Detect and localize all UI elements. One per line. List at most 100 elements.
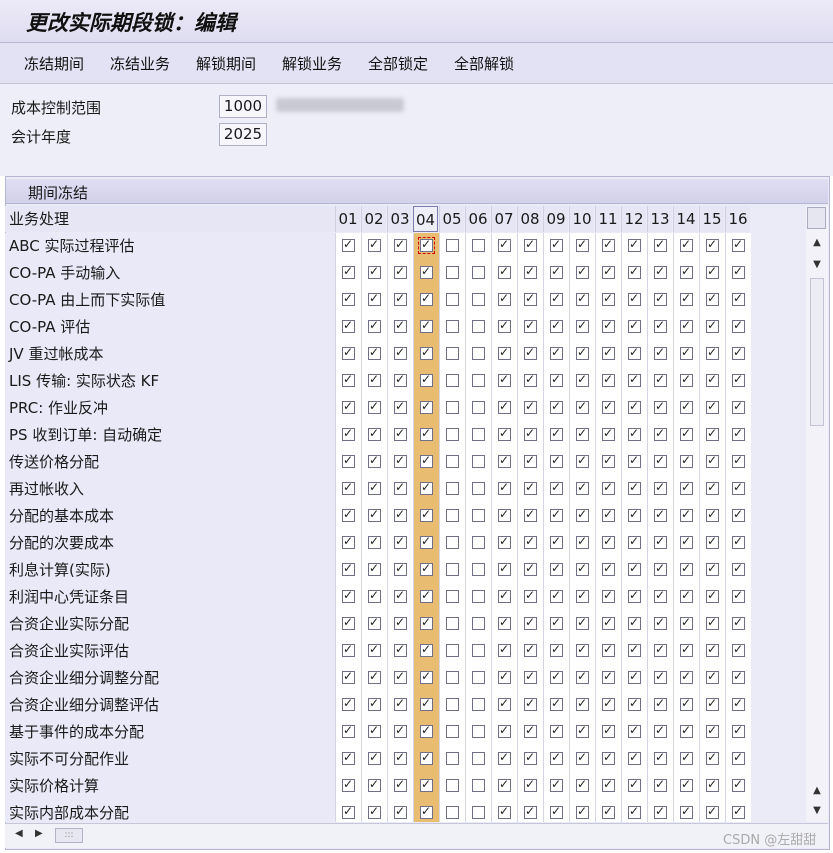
lock-checkbox[interactable] [654, 480, 667, 495]
lock-checkbox[interactable] [602, 804, 615, 819]
lock-checkbox[interactable] [524, 264, 537, 279]
lock-checkbox[interactable] [420, 615, 433, 630]
lock-checkbox[interactable] [706, 237, 719, 252]
period-column-header[interactable]: 13 [647, 206, 672, 232]
lock-checkbox[interactable] [732, 318, 745, 333]
period-column-header[interactable]: 03 [387, 206, 412, 232]
lock-checkbox[interactable] [732, 345, 745, 360]
lock-checkbox[interactable] [498, 264, 511, 279]
lock-checkbox[interactable] [420, 534, 433, 549]
lock-checkbox[interactable] [654, 345, 667, 360]
lock-checkbox[interactable] [420, 399, 433, 414]
lock-checkbox[interactable] [550, 480, 563, 495]
lock-checkbox[interactable] [732, 561, 745, 576]
lock-checkbox[interactable] [602, 507, 615, 522]
lock-checkbox[interactable] [420, 804, 433, 819]
lock-checkbox[interactable] [446, 293, 459, 306]
lock-checkbox[interactable] [420, 345, 433, 360]
lock-checkbox[interactable] [576, 804, 589, 819]
lock-checkbox[interactable] [732, 291, 745, 306]
lock-checkbox[interactable] [732, 669, 745, 684]
lock-checkbox[interactable] [654, 588, 667, 603]
lock-checkbox[interactable] [472, 563, 485, 576]
lock-checkbox[interactable] [576, 372, 589, 387]
lock-checkbox[interactable] [732, 723, 745, 738]
lock-checkbox[interactable] [498, 804, 511, 819]
lock-checkbox[interactable] [550, 804, 563, 819]
lock-checkbox[interactable] [628, 237, 641, 252]
lock-checkbox[interactable] [524, 642, 537, 657]
lock-checkbox[interactable] [680, 237, 693, 252]
lock-checkbox[interactable] [576, 669, 589, 684]
fiscal-year-field[interactable]: 2025 [219, 123, 267, 146]
lock-checkbox[interactable] [706, 480, 719, 495]
freeze-process-button[interactable]: 冻结业务 [110, 53, 170, 74]
lock-checkbox[interactable] [550, 723, 563, 738]
lock-checkbox[interactable] [420, 669, 433, 684]
lock-checkbox[interactable] [524, 399, 537, 414]
lock-checkbox[interactable] [420, 750, 433, 765]
lock-checkbox[interactable] [706, 804, 719, 819]
lock-checkbox[interactable] [394, 561, 407, 576]
lock-checkbox[interactable] [680, 426, 693, 441]
lock-checkbox[interactable] [576, 777, 589, 792]
lock-checkbox[interactable] [524, 615, 537, 630]
lock-all-button[interactable]: 全部锁定 [368, 53, 428, 74]
lock-checkbox[interactable] [628, 588, 641, 603]
period-column-header[interactable]: 07 [491, 206, 516, 232]
lock-checkbox[interactable] [602, 723, 615, 738]
lock-checkbox[interactable] [368, 453, 381, 468]
lock-checkbox[interactable] [342, 237, 355, 252]
lock-checkbox[interactable] [706, 534, 719, 549]
lock-checkbox[interactable] [524, 669, 537, 684]
lock-checkbox[interactable] [680, 399, 693, 414]
lock-checkbox[interactable] [654, 318, 667, 333]
lock-checkbox[interactable] [368, 561, 381, 576]
lock-checkbox[interactable] [394, 588, 407, 603]
lock-checkbox[interactable] [446, 401, 459, 414]
lock-checkbox[interactable] [628, 480, 641, 495]
lock-checkbox[interactable] [394, 264, 407, 279]
lock-checkbox[interactable] [524, 750, 537, 765]
lock-checkbox[interactable] [628, 696, 641, 711]
lock-checkbox[interactable] [524, 588, 537, 603]
lock-checkbox[interactable] [732, 588, 745, 603]
period-column-header[interactable]: 12 [621, 206, 646, 232]
lock-checkbox[interactable] [628, 507, 641, 522]
lock-checkbox[interactable] [628, 723, 641, 738]
lock-checkbox[interactable] [602, 777, 615, 792]
lock-checkbox[interactable] [550, 615, 563, 630]
lock-checkbox[interactable] [654, 237, 667, 252]
lock-checkbox[interactable] [394, 372, 407, 387]
lock-checkbox[interactable] [706, 642, 719, 657]
lock-checkbox[interactable] [498, 777, 511, 792]
lock-checkbox[interactable] [628, 399, 641, 414]
lock-checkbox[interactable] [628, 750, 641, 765]
lock-checkbox[interactable] [342, 642, 355, 657]
lock-checkbox[interactable] [368, 723, 381, 738]
lock-checkbox[interactable] [342, 804, 355, 819]
vertical-scroll-thumb[interactable] [810, 278, 824, 426]
lock-checkbox[interactable] [576, 642, 589, 657]
lock-checkbox[interactable] [576, 291, 589, 306]
lock-checkbox[interactable] [732, 372, 745, 387]
lock-checkbox[interactable] [472, 617, 485, 630]
lock-checkbox[interactable] [498, 453, 511, 468]
lock-checkbox[interactable] [706, 372, 719, 387]
lock-checkbox[interactable] [342, 372, 355, 387]
lock-checkbox[interactable] [472, 590, 485, 603]
lock-checkbox[interactable] [472, 806, 485, 819]
lock-checkbox[interactable] [654, 642, 667, 657]
lock-checkbox[interactable] [654, 750, 667, 765]
lock-checkbox[interactable] [498, 750, 511, 765]
lock-checkbox[interactable] [446, 266, 459, 279]
lock-checkbox[interactable] [550, 291, 563, 306]
lock-checkbox[interactable] [472, 293, 485, 306]
lock-checkbox[interactable] [706, 723, 719, 738]
lock-checkbox[interactable] [576, 696, 589, 711]
lock-checkbox[interactable] [602, 696, 615, 711]
lock-checkbox[interactable] [680, 264, 693, 279]
scroll-left-icon[interactable]: ◀ [15, 828, 23, 839]
lock-checkbox[interactable] [498, 507, 511, 522]
lock-checkbox[interactable] [446, 428, 459, 441]
